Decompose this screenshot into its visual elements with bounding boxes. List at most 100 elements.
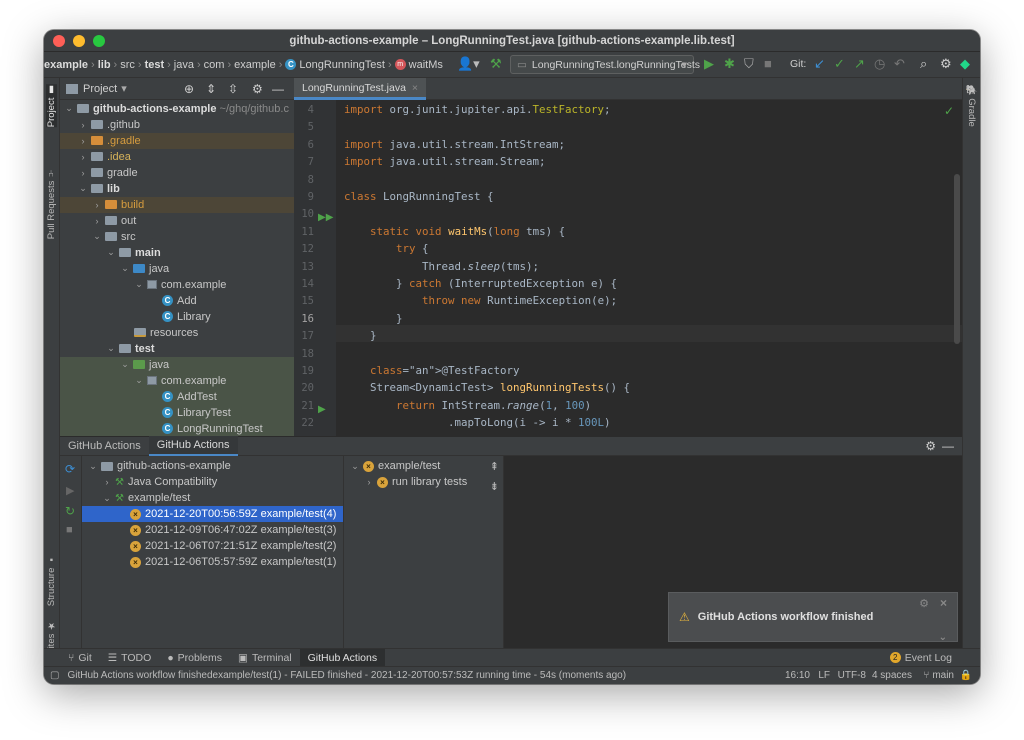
tree-item-out[interactable]: › out: [60, 213, 294, 229]
breadcrumb-method[interactable]: m waitMs: [394, 59, 443, 71]
toolwin-terminal[interactable]: ▣ Terminal: [230, 649, 300, 667]
tree-item-resources[interactable]: resources: [60, 325, 294, 341]
toolwin-github-actions[interactable]: GitHub Actions: [299, 648, 386, 667]
coverage-icon[interactable]: ⛉: [744, 56, 754, 72]
tree-item-test-package[interactable]: ⌄ com.example: [60, 373, 294, 389]
tool-tab-gradle[interactable]: 🐘 Gradle: [966, 84, 977, 127]
close-window-button[interactable]: [53, 35, 65, 47]
locate-icon[interactable]: ⊕: [184, 82, 194, 96]
toolwin-git[interactable]: ⑂ Git: [60, 649, 100, 667]
search-icon[interactable]: ⌕: [920, 56, 927, 72]
notification-balloon[interactable]: ⚠ GitHub Actions workflow finished ⚙ × ⌄: [668, 592, 958, 643]
workflow-run-item[interactable]: × 2021-12-20T00:56:59Z example/test(4): [82, 506, 343, 522]
scroll-to-top-icon[interactable]: ⇞: [490, 460, 499, 473]
tree-item-gradle-hidden[interactable]: › .gradle: [60, 133, 294, 149]
rollback-icon[interactable]: ↶: [894, 56, 905, 72]
minimize-window-button[interactable]: [73, 35, 85, 47]
user-icon[interactable]: 👤▾: [457, 56, 480, 72]
breadcrumb-test[interactable]: test: [145, 59, 165, 71]
run-icon[interactable]: ▶: [704, 56, 714, 72]
tree-item-librarytest[interactable]: C LibraryTest: [60, 405, 294, 421]
panel-tab-github-actions-1[interactable]: GitHub Actions: [60, 436, 149, 456]
project-view-selector[interactable]: Project: [83, 83, 117, 95]
run-test-icon[interactable]: ▶: [318, 404, 326, 415]
toolwin-problems[interactable]: ● Problems: [159, 649, 230, 667]
chevron-down-icon[interactable]: ⌄: [939, 632, 947, 643]
tool-tab-structure[interactable]: Structure ▪: [46, 554, 57, 606]
job-group-example-test[interactable]: ⌄ × example/test: [344, 458, 503, 474]
breadcrumb-java[interactable]: java: [174, 59, 194, 71]
tree-item-idea[interactable]: › .idea: [60, 149, 294, 165]
tree-item-main[interactable]: ⌄ main: [60, 245, 294, 261]
tree-item-gradle[interactable]: › gradle: [60, 165, 294, 181]
build-hammer-icon[interactable]: ⚒: [490, 56, 502, 72]
rerun-icon[interactable]: ↻: [65, 504, 75, 518]
tree-item-main-java[interactable]: ⌄ java: [60, 261, 294, 277]
tree-item-add[interactable]: C Add: [60, 293, 294, 309]
debug-icon[interactable]: ✱: [724, 56, 735, 72]
git-update-icon[interactable]: ↙: [814, 56, 825, 72]
workflow-run-item[interactable]: × 2021-12-06T07:21:51Z example/test(2): [82, 538, 343, 554]
refresh-icon[interactable]: ⟳: [65, 462, 75, 476]
job-run-library-tests[interactable]: › × run library tests: [344, 474, 503, 490]
stop-icon[interactable]: ■: [764, 56, 772, 72]
tree-item-repo[interactable]: ⌄ github-actions-example: [82, 458, 343, 474]
toolwin-event-log[interactable]: 2 Event Log: [882, 649, 960, 667]
tree-item-src[interactable]: ⌄ src: [60, 229, 294, 245]
line-separator[interactable]: LF: [818, 670, 830, 681]
settings-gear-icon[interactable]: ⚙: [919, 597, 929, 610]
breadcrumb-class[interactable]: C LongRunningTest: [285, 59, 385, 71]
history-icon[interactable]: ◷: [874, 56, 885, 72]
tree-item-test-java[interactable]: ⌄ java: [60, 357, 294, 373]
hide-icon[interactable]: —: [942, 439, 954, 453]
git-branch[interactable]: ⑂ main: [923, 670, 954, 681]
tree-item-longrunningtest[interactable]: C LongRunningTest: [60, 421, 294, 436]
expand-all-icon[interactable]: ⇕: [206, 82, 216, 96]
stop-icon[interactable]: ■: [66, 524, 73, 536]
indent-setting[interactable]: 4 spaces: [872, 670, 912, 681]
collapse-all-icon[interactable]: ⇳: [228, 82, 238, 96]
code-editor[interactable]: import org.junit.jupiter.api.TestFactory…: [336, 100, 962, 436]
tool-tab-project[interactable]: Project ▮: [46, 84, 57, 128]
close-tab-icon[interactable]: ×: [412, 82, 418, 94]
toggle-tool-windows-icon[interactable]: ▢: [50, 670, 59, 681]
tree-item-test[interactable]: ⌄ test: [60, 341, 294, 357]
toolwin-todo[interactable]: ☰ TODO: [100, 649, 160, 667]
git-commit-icon[interactable]: ✓: [834, 56, 845, 72]
run-configuration-select[interactable]: ▭ LongRunningTest.longRunningTests ▾: [510, 55, 700, 74]
workflow-run-item[interactable]: × 2021-12-06T05:57:59Z example/test(1): [82, 554, 343, 570]
file-encoding[interactable]: UTF-8: [838, 670, 866, 681]
maximize-window-button[interactable]: [93, 35, 105, 47]
tree-item-library[interactable]: C Library: [60, 309, 294, 325]
tree-item-github[interactable]: › .github: [60, 117, 294, 133]
chevron-down-icon[interactable]: ▾: [121, 82, 127, 95]
breadcrumb-src[interactable]: src: [120, 59, 135, 71]
status-message[interactable]: GitHub Actions workflow finishedexample/…: [67, 670, 626, 681]
workflow-run-item[interactable]: × 2021-12-09T06:47:02Z example/test(3): [82, 522, 343, 538]
tree-item-main-package[interactable]: ⌄ com.example: [60, 277, 294, 293]
caret-position[interactable]: 16:10: [785, 670, 810, 681]
hide-icon[interactable]: —: [272, 82, 284, 96]
settings-gear-icon[interactable]: ⚙: [940, 56, 952, 72]
settings-gear-icon[interactable]: ⚙: [252, 82, 263, 96]
workflow-java-compatibility[interactable]: › ⚒ Java Compatibility: [82, 474, 343, 490]
run-icon[interactable]: ▶: [66, 484, 74, 497]
editor-scrollbar[interactable]: [954, 174, 960, 344]
breadcrumb-lib[interactable]: lib: [98, 59, 111, 71]
inspection-ok-icon[interactable]: ✓: [944, 104, 954, 118]
tree-item-lib[interactable]: ⌄ lib: [60, 181, 294, 197]
breadcrumb-com[interactable]: com: [204, 59, 225, 71]
panel-tab-github-actions-2[interactable]: GitHub Actions: [148, 436, 238, 456]
lock-icon[interactable]: 🔒: [960, 670, 972, 681]
tree-item-build[interactable]: › build: [60, 197, 294, 213]
breadcrumb-example[interactable]: example: [44, 59, 88, 71]
scroll-to-end-icon[interactable]: ⇟: [490, 480, 499, 493]
tree-item-addtest[interactable]: C AddTest: [60, 389, 294, 405]
tree-item-root[interactable]: ⌄ github-actions-example ~/ghq/github.c: [60, 101, 294, 117]
tab-longrunningtest[interactable]: LongRunningTest.java ×: [294, 78, 427, 100]
jetbrains-toolbox-icon[interactable]: ◆: [960, 56, 970, 72]
close-icon[interactable]: ×: [940, 596, 947, 610]
git-push-icon[interactable]: ↗: [854, 56, 865, 72]
workflow-example-test[interactable]: ⌄ ⚒ example/test: [82, 490, 343, 506]
tool-tab-pull-requests[interactable]: Pull Requests ⑂: [46, 168, 57, 239]
